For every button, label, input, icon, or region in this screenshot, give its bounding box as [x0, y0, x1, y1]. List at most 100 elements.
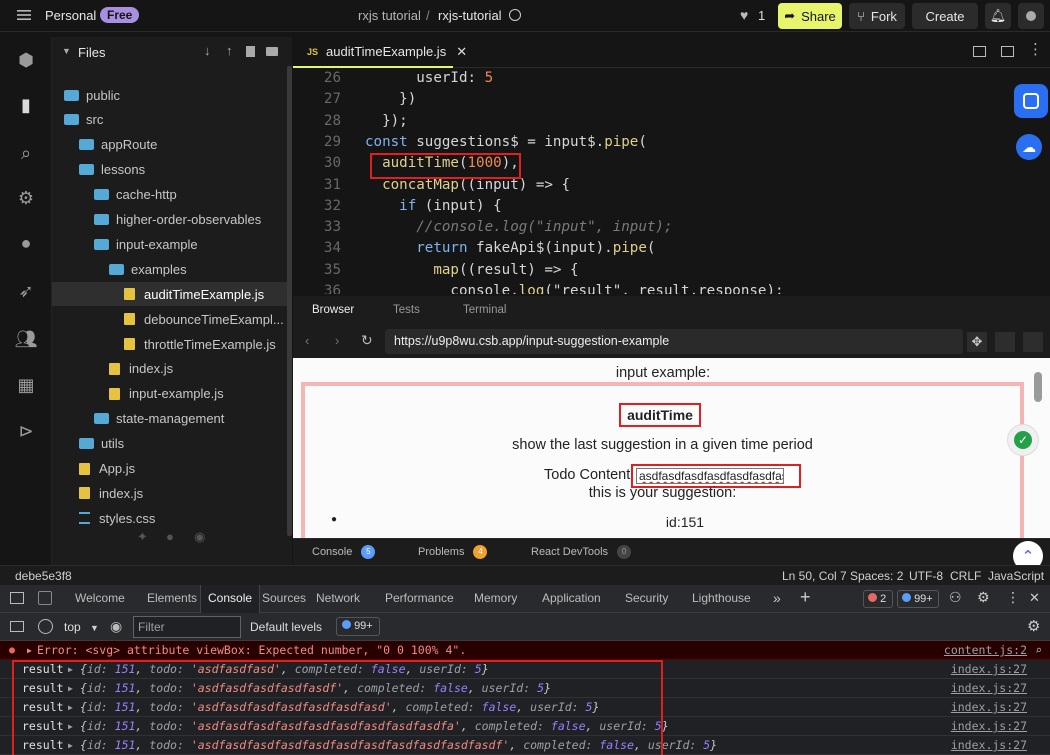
- rocket-icon[interactable]: ➶: [14, 279, 38, 303]
- commit-hash[interactable]: debe5e3f8: [15, 569, 72, 583]
- vscode-icon[interactable]: ⊳: [14, 419, 38, 443]
- console-settings-icon[interactable]: ⚙: [1027, 617, 1040, 635]
- error-source-link[interactable]: content.js:2: [944, 641, 1027, 660]
- open-window-icon[interactable]: [995, 332, 1015, 352]
- error-message[interactable]: ● ▶ Error: <svg> attribute viewBox: Expe…: [0, 641, 1050, 660]
- file-tree-item[interactable]: styles.css: [52, 506, 292, 530]
- cube-icon[interactable]: ⬢: [14, 48, 38, 72]
- log-source-link[interactable]: index.js:27: [951, 736, 1027, 755]
- devtools-tab-performance[interactable]: Performance: [385, 585, 454, 613]
- file-tree-item[interactable]: utils: [52, 432, 292, 456]
- preview-icon[interactable]: [1001, 46, 1014, 57]
- assistant-brain-icon[interactable]: ☁: [1016, 134, 1042, 160]
- url-input[interactable]: https://u9p8wu.csb.app/input-suggestion-…: [385, 329, 963, 354]
- gear-icon[interactable]: ⚙: [14, 186, 38, 210]
- workspace-name[interactable]: Personal: [45, 8, 96, 23]
- expand-arrow-icon[interactable]: ▶: [68, 717, 73, 736]
- project-name[interactable]: rxjs-tutorial: [438, 8, 502, 23]
- log-source-link[interactable]: index.js:27: [951, 717, 1027, 736]
- file-tree-item[interactable]: input-example.js: [52, 382, 292, 406]
- search-icon[interactable]: ⌕: [14, 141, 38, 165]
- fork-button[interactable]: ⑂ Fork: [849, 3, 905, 29]
- refresh-icon[interactable]: ↻: [361, 332, 373, 349]
- sidebar-toggle-icon[interactable]: [10, 621, 24, 632]
- devtools-tab-console[interactable]: Console: [200, 585, 261, 613]
- file-tree-item[interactable]: throttleTimeExample.js: [52, 332, 292, 356]
- context-select[interactable]: top ▼: [60, 617, 102, 637]
- log-source-link[interactable]: index.js:27: [951, 698, 1027, 717]
- project-owner[interactable]: rxjs tutorial: [358, 8, 421, 23]
- encoding[interactable]: UTF-8: [909, 569, 943, 583]
- settings-gear-icon[interactable]: ⚙: [977, 589, 990, 606]
- tab-auditTimeExample[interactable]: JS auditTimeExample.js ✕: [293, 37, 467, 68]
- collapse-chevron-icon[interactable]: ▼: [62, 46, 71, 56]
- create-button[interactable]: Create: [912, 3, 978, 29]
- github-icon[interactable]: ●: [14, 231, 38, 255]
- search-icon[interactable]: ⌕: [1035, 641, 1042, 660]
- file-tree-item[interactable]: index.js: [52, 481, 292, 505]
- expand-arrow-icon[interactable]: ▶: [68, 660, 73, 679]
- more-icon[interactable]: ⋮: [1028, 40, 1043, 58]
- cursor-position[interactable]: Ln 50, Col 7: [782, 569, 847, 583]
- toolbar-issues-badge[interactable]: 99+: [336, 617, 380, 636]
- device-toolbar-icon[interactable]: [38, 591, 52, 605]
- preview-tab-terminal[interactable]: Terminal: [463, 304, 506, 316]
- console-log-row[interactable]: result ▶ {id: 151, todo: 'asdfasdfasd', co…: [0, 660, 1050, 679]
- line-ending[interactable]: CRLF: [950, 569, 981, 583]
- sort-up-icon[interactable]: ↑: [226, 43, 233, 58]
- issue-count-badge[interactable]: 99+: [897, 590, 939, 608]
- eye-icon[interactable]: ◉: [110, 618, 122, 635]
- indentation[interactable]: Spaces: 2: [850, 569, 903, 583]
- browser-scrollbar[interactable]: [1034, 372, 1042, 402]
- devtools-tab-lighthouse[interactable]: Lighthouse: [692, 585, 751, 613]
- codesandbox-ai-icon[interactable]: [1014, 84, 1048, 118]
- console-output[interactable]: ● ▶ Error: <svg> attribute viewBox: Expe…: [0, 641, 1050, 755]
- add-tab-icon[interactable]: +: [800, 587, 811, 608]
- split-view-icon[interactable]: [973, 46, 986, 57]
- sidebar-scrollbar[interactable]: [287, 66, 292, 536]
- share-button[interactable]: ➦ Share: [778, 3, 842, 29]
- log-source-link[interactable]: index.js:27: [951, 660, 1027, 679]
- close-icon[interactable]: ✕: [456, 44, 467, 60]
- notifications-button[interactable]: 🔔︎: [985, 3, 1011, 29]
- github-footer-icon[interactable]: ●: [166, 529, 174, 544]
- back-icon[interactable]: ‹: [305, 333, 309, 348]
- file-tree-item[interactable]: cache-http: [52, 183, 292, 207]
- file-tree-item[interactable]: App.js: [52, 457, 292, 481]
- console-log-row[interactable]: result ▶ {id: 151, todo: 'asdfasdfasdfasdf…: [0, 679, 1050, 698]
- file-tree-item[interactable]: auditTimeExample.js: [52, 282, 292, 307]
- new-folder-icon[interactable]: [266, 47, 278, 56]
- expand-arrow-icon[interactable]: ▶: [68, 736, 73, 755]
- menu-dots-icon[interactable]: ⋮: [1006, 589, 1020, 606]
- log-levels-select[interactable]: Default levels ▼: [250, 617, 336, 653]
- expand-arrow-icon[interactable]: ▶: [68, 698, 73, 717]
- check-badge-icon[interactable]: ✓: [1007, 424, 1039, 456]
- file-tree-item[interactable]: examples: [52, 257, 292, 281]
- sort-down-icon[interactable]: ↓: [204, 43, 211, 58]
- file-tree-item[interactable]: public: [52, 83, 292, 107]
- bottom-tab-problems[interactable]: Problems 4: [418, 545, 488, 559]
- users-icon[interactable]: 👥︎: [14, 327, 38, 351]
- clear-console-icon[interactable]: [38, 619, 53, 634]
- preview-tab-browser[interactable]: Browser: [312, 304, 354, 316]
- more-tabs-icon[interactable]: »: [773, 590, 781, 606]
- bottom-tab-console[interactable]: Console 5: [312, 545, 376, 559]
- devtools-tab-sources[interactable]: Sources: [262, 585, 306, 613]
- devtools-tab-elements[interactable]: Elements: [147, 585, 197, 613]
- new-tab-icon[interactable]: [1023, 332, 1043, 352]
- file-tree-item[interactable]: index.js: [52, 357, 292, 381]
- log-source-link[interactable]: index.js:27: [951, 679, 1027, 698]
- devtools-tab-network[interactable]: Network: [316, 585, 360, 613]
- language-mode[interactable]: JavaScript: [988, 569, 1044, 583]
- forward-icon[interactable]: ›: [335, 333, 339, 348]
- avatar[interactable]: [1018, 3, 1044, 29]
- inspect-icon[interactable]: [10, 592, 24, 604]
- expand-arrow-icon[interactable]: ▶: [27, 641, 32, 660]
- devtools-tab-security[interactable]: Security: [625, 585, 668, 613]
- close-devtools-icon[interactable]: ✕: [1029, 590, 1040, 606]
- docker-icon[interactable]: ▦: [14, 373, 38, 397]
- file-tree-item[interactable]: higher-order-observables: [52, 208, 292, 232]
- filter-input[interactable]: Filter: [133, 616, 241, 638]
- file-icon[interactable]: ▮: [14, 93, 38, 117]
- devtools-tab-application[interactable]: Application: [542, 585, 601, 613]
